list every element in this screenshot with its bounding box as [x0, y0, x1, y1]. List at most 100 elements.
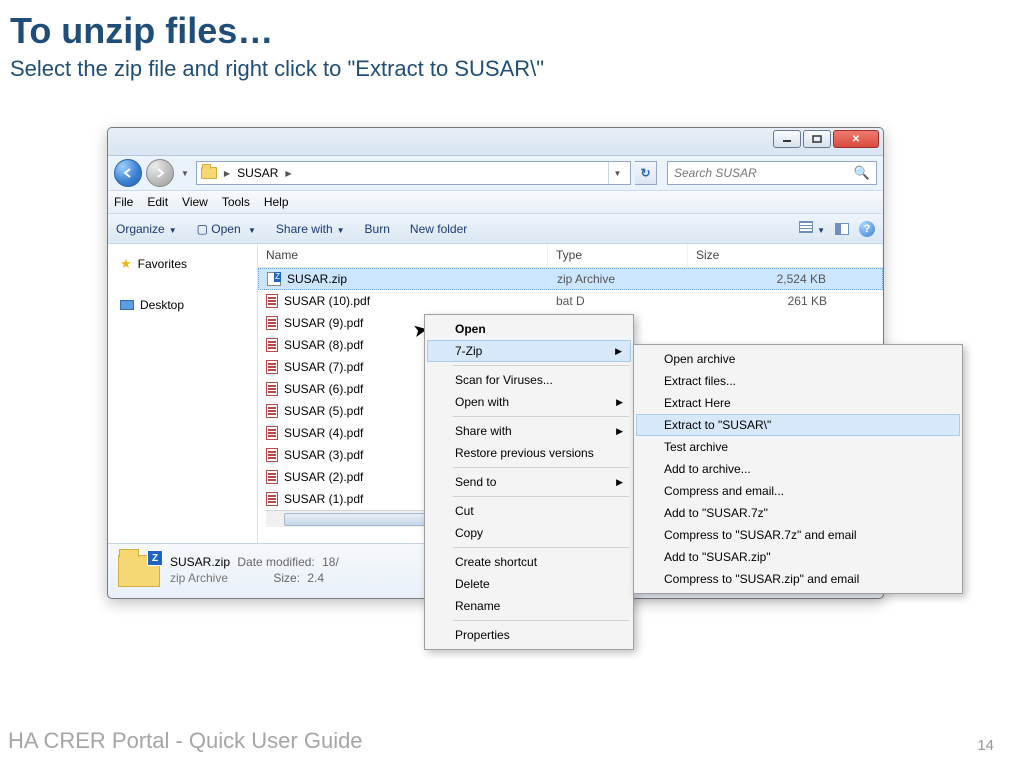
breadcrumb-folder[interactable]: SUSAR	[237, 166, 278, 180]
zip-folder-icon: Z	[118, 555, 160, 587]
menu-item[interactable]: Open	[427, 318, 631, 340]
file-name: SUSAR (5).pdf	[284, 404, 363, 418]
menu-item[interactable]: Add to "SUSAR.7z"	[636, 502, 960, 524]
menu-item[interactable]: Send to▶	[427, 471, 631, 493]
toolbar: Organize▼ ▢ Open ▼ Share with▼ Burn New …	[108, 214, 883, 244]
menu-item[interactable]: Properties	[427, 624, 631, 646]
menu-item[interactable]: Extract files...	[636, 370, 960, 392]
slide-subtitle: Select the zip file and right click to "…	[10, 56, 1004, 82]
menu-item[interactable]: Restore previous versions	[427, 442, 631, 464]
forward-button[interactable]	[146, 159, 174, 187]
menu-view[interactable]: View	[182, 195, 208, 209]
menu-item[interactable]: Extract Here	[636, 392, 960, 414]
view-options-button[interactable]: ▼	[799, 221, 825, 236]
organize-button[interactable]: Organize▼	[116, 222, 177, 236]
menu-tools[interactable]: Tools	[222, 195, 250, 209]
file-name: SUSAR (9).pdf	[284, 316, 363, 330]
close-button[interactable]: ✕	[833, 130, 879, 148]
slide-footer: HA CRER Portal - Quick User Guide	[8, 728, 363, 754]
pdf-icon	[266, 448, 278, 462]
window-titlebar: ✕	[108, 128, 883, 156]
menu-item[interactable]: Open archive	[636, 348, 960, 370]
menu-item[interactable]: Compress to "SUSAR.zip" and email	[636, 568, 960, 590]
breadcrumb-chevron-icon: ▶	[282, 169, 294, 178]
column-header-name[interactable]: Name	[258, 244, 548, 267]
pdf-icon	[266, 404, 278, 418]
sidebar-desktop[interactable]: Desktop	[108, 294, 257, 316]
column-header-size[interactable]: Size	[688, 244, 883, 267]
menu-item[interactable]: Copy	[427, 522, 631, 544]
pdf-icon	[266, 382, 278, 396]
menu-item[interactable]: Compress and email...	[636, 480, 960, 502]
context-menu: Open7-Zip▶ Scan for Viruses...Open with▶ S…	[424, 314, 634, 650]
menu-help[interactable]: Help	[264, 195, 289, 209]
slide-title: To unzip files…	[10, 10, 1004, 52]
menu-item[interactable]: Create shortcut	[427, 551, 631, 573]
open-button[interactable]: ▢ Open ▼	[197, 222, 256, 236]
address-bar[interactable]: ▶ SUSAR ▶ ▼	[196, 161, 631, 185]
menu-bar: File Edit View Tools Help	[108, 190, 883, 214]
file-type: zip Archive	[549, 272, 689, 286]
pdf-icon	[266, 316, 278, 330]
file-name: SUSAR (8).pdf	[284, 338, 363, 352]
submenu-arrow-icon: ▶	[616, 397, 623, 408]
file-name: SUSAR (2).pdf	[284, 470, 363, 484]
details-size-value: 2.4	[307, 571, 324, 585]
refresh-button[interactable]: ↻	[635, 161, 657, 185]
desktop-icon	[120, 300, 134, 310]
file-name: SUSAR (3).pdf	[284, 448, 363, 462]
details-date-value: 18/	[322, 555, 339, 569]
zip-icon	[267, 272, 281, 286]
file-name: SUSAR (7).pdf	[284, 360, 363, 374]
menu-edit[interactable]: Edit	[147, 195, 168, 209]
file-type: bat D	[548, 294, 688, 308]
menu-item[interactable]: Delete	[427, 573, 631, 595]
column-header-type[interactable]: Type	[548, 244, 688, 267]
menu-item[interactable]: 7-Zip▶	[427, 340, 631, 362]
submenu-arrow-icon: ▶	[615, 346, 622, 357]
search-icon: 🔍	[854, 165, 870, 181]
navigation-pane: ★Favorites Desktop	[108, 244, 258, 543]
menu-item[interactable]: Compress to "SUSAR.7z" and email	[636, 524, 960, 546]
folder-icon	[201, 167, 217, 179]
menu-item[interactable]: Share with▶	[427, 420, 631, 442]
submenu-arrow-icon: ▶	[616, 426, 623, 437]
sidebar-favorites[interactable]: ★Favorites	[108, 252, 257, 276]
burn-button[interactable]: Burn	[365, 222, 390, 236]
menu-file[interactable]: File	[114, 195, 133, 209]
pdf-icon	[266, 492, 278, 506]
file-row[interactable]: SUSAR (10).pdfbat D261 KB	[258, 290, 883, 312]
menu-item[interactable]: Test archive	[636, 436, 960, 458]
breadcrumb-chevron-icon: ▶	[221, 169, 233, 178]
maximize-button[interactable]	[803, 130, 831, 148]
search-input[interactable]: Search SUSAR 🔍	[667, 161, 877, 185]
back-button[interactable]	[114, 159, 142, 187]
file-row[interactable]: SUSAR.zipzip Archive2,524 KB	[258, 268, 883, 290]
preview-pane-button[interactable]	[835, 223, 849, 235]
history-dropdown-icon[interactable]: ▼	[178, 169, 192, 178]
menu-item[interactable]: Add to "SUSAR.zip"	[636, 546, 960, 568]
pdf-icon	[266, 294, 278, 308]
menu-item[interactable]: Open with▶	[427, 391, 631, 413]
star-icon: ★	[120, 256, 132, 272]
address-dropdown-icon[interactable]: ▼	[608, 162, 626, 184]
menu-item[interactable]: Scan for Viruses...	[427, 369, 631, 391]
details-name: SUSAR.zip	[170, 555, 230, 569]
minimize-button[interactable]	[773, 130, 801, 148]
file-name: SUSAR (4).pdf	[284, 426, 363, 440]
details-date-label: Date modified:	[237, 555, 314, 569]
menu-item[interactable]: Cut	[427, 500, 631, 522]
submenu-arrow-icon: ▶	[616, 477, 623, 488]
help-button[interactable]: ?	[859, 221, 875, 237]
menu-item[interactable]: Rename	[427, 595, 631, 617]
file-size: 2,524 KB	[689, 272, 882, 286]
menu-item[interactable]: Add to archive...	[636, 458, 960, 480]
menu-item[interactable]: Extract to "SUSAR\"	[636, 414, 960, 436]
pdf-icon	[266, 426, 278, 440]
7zip-submenu: Open archiveExtract files...Extract Here…	[633, 344, 963, 594]
new-folder-button[interactable]: New folder	[410, 222, 467, 236]
page-number: 14	[977, 737, 994, 754]
file-name: SUSAR (6).pdf	[284, 382, 363, 396]
file-name: SUSAR (10).pdf	[284, 294, 370, 308]
share-with-button[interactable]: Share with▼	[276, 222, 345, 236]
